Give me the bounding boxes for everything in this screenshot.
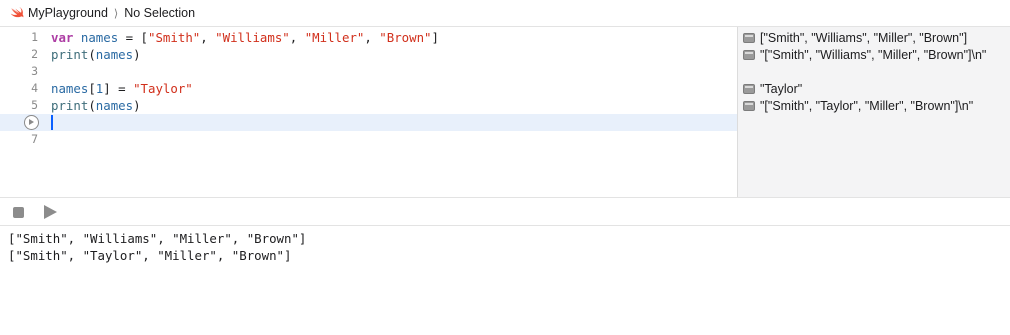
quick-look-icon[interactable]	[743, 100, 755, 111]
code-line[interactable]	[0, 114, 738, 131]
quick-look-icon[interactable]	[743, 49, 755, 60]
play-icon[interactable]	[44, 205, 57, 219]
code-text: var names = ["Smith", "Williams", "Mille…	[51, 30, 439, 45]
console-line: ["Smith", "Taylor", "Miller", "Brown"]	[8, 248, 292, 263]
debug-bar	[0, 197, 1010, 226]
line-number: 4	[31, 81, 38, 95]
result-row[interactable]: "["Smith", "Taylor", "Miller", "Brown"]\…	[738, 97, 1010, 114]
breadcrumb-project-label: MyPlayground	[28, 6, 108, 20]
code-text: print(names)	[51, 98, 141, 113]
jump-bar: MyPlayground ⟩ No Selection	[0, 0, 1010, 27]
console-line: ["Smith", "Williams", "Miller", "Brown"]	[8, 231, 307, 246]
breadcrumb-project[interactable]: MyPlayground	[10, 6, 108, 20]
code-line[interactable]: 1 var names = ["Smith", "Williams", "Mill…	[0, 29, 738, 46]
breadcrumb-selection[interactable]: No Selection	[124, 6, 195, 20]
result-row[interactable]: "Taylor"	[738, 80, 1010, 97]
quick-look-icon[interactable]	[743, 32, 755, 43]
stop-icon[interactable]	[13, 207, 24, 218]
source-editor[interactable]: 1 var names = ["Smith", "Williams", "Mill…	[0, 27, 738, 197]
text-caret	[51, 115, 53, 130]
code-line[interactable]: 4 names[1] = "Taylor"	[0, 80, 738, 97]
console-output: ["Smith", "Williams", "Miller", "Brown"]…	[0, 226, 1010, 335]
code-line[interactable]: 5 print(names)	[0, 97, 738, 114]
code-text: names[1] = "Taylor"	[51, 81, 193, 96]
line-number: 1	[31, 30, 38, 44]
code-line[interactable]: 2 print(names)	[0, 46, 738, 63]
breadcrumb-separator-icon: ⟩	[113, 7, 119, 20]
result-row[interactable]: ["Smith", "Williams", "Miller", "Brown"]	[738, 29, 1010, 46]
code-line[interactable]: 7	[0, 131, 738, 148]
result-row[interactable]: "["Smith", "Williams", "Miller", "Brown"…	[738, 46, 1010, 63]
quick-look-icon[interactable]	[743, 83, 755, 94]
result-value: "["Smith", "Taylor", "Miller", "Brown"]\…	[760, 98, 974, 113]
line-number: 3	[31, 64, 38, 78]
result-value: ["Smith", "Williams", "Miller", "Brown"]	[760, 30, 968, 45]
line-number: 2	[31, 47, 38, 61]
code-text: print(names)	[51, 47, 141, 62]
swift-logo-icon	[10, 6, 24, 20]
code-line[interactable]: 3	[0, 63, 738, 80]
results-sidebar: ["Smith", "Williams", "Miller", "Brown"]…	[737, 27, 1010, 197]
line-number: 5	[31, 98, 38, 112]
run-play-circle-icon[interactable]	[24, 115, 39, 130]
result-value: "["Smith", "Williams", "Miller", "Brown"…	[760, 47, 987, 62]
result-value: "Taylor"	[760, 81, 803, 96]
line-number: 7	[31, 132, 38, 146]
